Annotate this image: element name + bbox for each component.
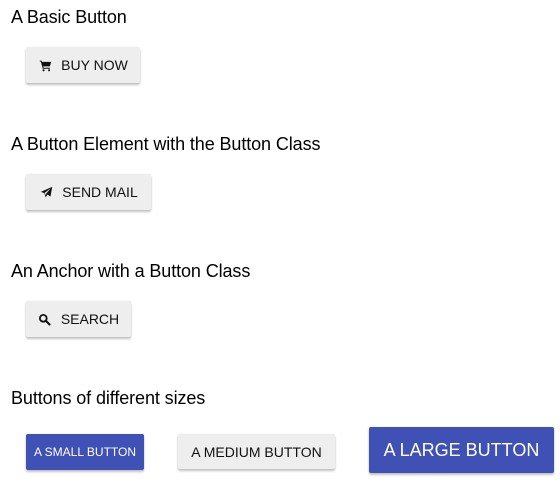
small-button[interactable]: A SMALL BUTTON — [26, 434, 144, 470]
buy-now-button[interactable]: BUY NOW — [26, 47, 140, 83]
large-button[interactable]: A LARGE BUTTON — [369, 427, 554, 473]
cart-icon — [38, 58, 52, 72]
section-title-basic-button: A Basic Button — [11, 7, 127, 27]
section-title-button-sizes: Buttons of different sizes — [11, 388, 206, 408]
buy-now-label: BUY NOW — [61, 57, 128, 73]
medium-button[interactable]: A MEDIUM BUTTON — [178, 434, 335, 469]
search-button[interactable]: SEARCH — [26, 301, 131, 337]
section-title-button-element: A Button Element with the Button Class — [11, 134, 321, 154]
section-title-anchor: An Anchor with a Button Class — [11, 261, 251, 281]
search-icon — [38, 312, 52, 326]
paper-plane-icon — [39, 185, 53, 199]
send-mail-button[interactable]: SEND MAIL — [26, 174, 151, 210]
send-mail-label: SEND MAIL — [62, 184, 138, 200]
search-label: SEARCH — [60, 311, 120, 327]
